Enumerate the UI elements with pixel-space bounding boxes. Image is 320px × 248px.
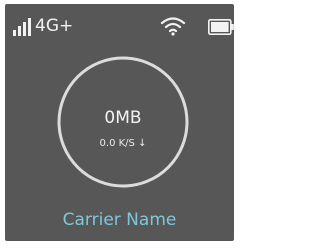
wifi-icon	[160, 17, 186, 36]
device-screen: 4G+ 0MB 0.0 K/S ↓ Carrier Name	[5, 4, 234, 241]
signal-bars-icon	[13, 18, 31, 36]
data-usage-amount: 0MB	[104, 108, 142, 128]
network-type: 4G+	[35, 16, 74, 36]
transfer-speed: 0.0 K/S ↓	[99, 138, 147, 149]
battery-icon	[208, 19, 234, 35]
status-bar: 4G+	[5, 4, 234, 42]
carrier-name: Carrier Name	[62, 210, 177, 230]
